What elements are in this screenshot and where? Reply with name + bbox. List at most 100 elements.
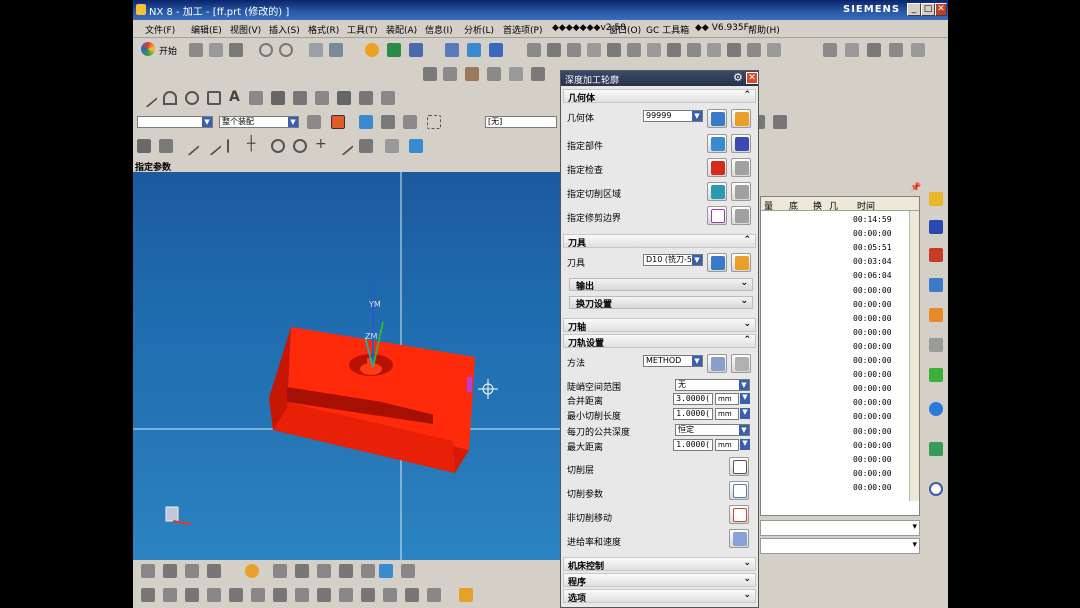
- bottom-icon-21[interactable]: [317, 588, 331, 602]
- op-icon-2[interactable]: [443, 67, 457, 81]
- time-cell[interactable]: 00:06:04: [853, 271, 903, 280]
- col-header-change[interactable]: 换: [813, 199, 822, 212]
- dialog-close-button[interactable]: ✕: [746, 72, 758, 84]
- existing-point-icon[interactable]: +: [315, 136, 327, 152]
- steep-range-select[interactable]: 无 ▼: [675, 379, 750, 391]
- op-icon-5[interactable]: [509, 67, 523, 81]
- col-header-geometry[interactable]: 几: [829, 199, 838, 212]
- time-cell[interactable]: 00:00:00: [853, 398, 903, 407]
- bottom-icon-16[interactable]: [207, 588, 221, 602]
- edit-geometry-button[interactable]: [731, 109, 751, 128]
- copy-icon[interactable]: [329, 43, 343, 57]
- tool-icon-3[interactable]: [567, 43, 581, 57]
- midpoint-icon[interactable]: [227, 139, 241, 153]
- time-cell[interactable]: 00:00:00: [853, 286, 903, 295]
- sketch-icon-5[interactable]: [337, 91, 351, 105]
- verify-icon[interactable]: [409, 43, 423, 57]
- common-depth-select[interactable]: 恒定 ▼: [675, 424, 750, 436]
- post-icon[interactable]: [445, 43, 459, 57]
- resource-icon-8[interactable]: [929, 402, 943, 416]
- operation-navigator[interactable]: 量 底 换 几 时间 00:14:59 00:00:00 00:05:51 00:03…: [760, 196, 920, 516]
- menu-window[interactable]: 窗口(O): [609, 23, 641, 36]
- new-geometry-button[interactable]: [707, 109, 727, 128]
- tool-icon-16[interactable]: [867, 43, 881, 57]
- history-clock-icon[interactable]: [929, 482, 943, 496]
- time-cell[interactable]: 00:14:59: [853, 215, 903, 224]
- time-cell[interactable]: 00:00:00: [853, 300, 903, 309]
- max-distance-dropdown[interactable]: ▼: [740, 439, 750, 450]
- bottom-icon-1[interactable]: [141, 564, 155, 578]
- bottom-icon-13[interactable]: [141, 588, 155, 602]
- tool-icon-15[interactable]: [845, 43, 859, 57]
- merge-distance-dropdown[interactable]: ▼: [740, 393, 750, 404]
- resource-icon-6[interactable]: [929, 338, 943, 352]
- time-cell[interactable]: 00:00:00: [853, 469, 903, 478]
- bottom-icon-6[interactable]: [273, 564, 287, 578]
- bottom-icon-20[interactable]: [295, 588, 309, 602]
- tool-icon-6[interactable]: [627, 43, 641, 57]
- on-face-icon[interactable]: [359, 139, 373, 153]
- non-cut-moves-button[interactable]: [729, 505, 749, 524]
- max-distance-unit[interactable]: mm: [715, 439, 739, 451]
- time-cell[interactable]: 00:00:00: [853, 483, 903, 492]
- maximize-button[interactable]: □: [921, 3, 935, 16]
- on-curve-icon[interactable]: [334, 136, 354, 156]
- time-cell[interactable]: 00:00:00: [853, 342, 903, 351]
- navigator-scrollbar[interactable]: [909, 211, 919, 501]
- time-cell[interactable]: 00:00:00: [853, 412, 903, 421]
- specify-cut-area-button[interactable]: [707, 182, 727, 201]
- tool-icon-7[interactable]: [647, 43, 661, 57]
- open-icon[interactable]: [209, 43, 223, 57]
- resource-icon-4[interactable]: [929, 278, 943, 292]
- section-tool[interactable]: 刀具 ⌃: [563, 234, 756, 249]
- menu-analysis[interactable]: 分析(L): [464, 23, 494, 36]
- bottom-icon-7[interactable]: [295, 564, 309, 578]
- bottom-icon-18[interactable]: [251, 588, 265, 602]
- method-select[interactable]: METHOD ▼: [643, 355, 703, 367]
- cut-params-button[interactable]: [729, 481, 749, 500]
- rotate-icon[interactable]: [159, 139, 173, 153]
- resource-icon-5[interactable]: [929, 308, 943, 322]
- resource-icon-7[interactable]: [929, 368, 943, 382]
- sketch-icon-4[interactable]: [315, 91, 329, 105]
- show-cut-area-button[interactable]: [731, 182, 751, 201]
- bottom-icon-22[interactable]: [339, 588, 353, 602]
- point-line-icon[interactable]: [180, 136, 200, 156]
- section-path-settings[interactable]: 刀轨设置 ⌃: [563, 334, 756, 349]
- specify-trim-boundary-button[interactable]: [707, 206, 727, 225]
- menu-assembly[interactable]: 装配(A): [386, 23, 417, 36]
- col-header-floor[interactable]: 底: [789, 199, 798, 212]
- time-cell[interactable]: 00:00:00: [853, 314, 903, 323]
- center-icon[interactable]: [271, 139, 285, 153]
- tool-icon-12[interactable]: [747, 43, 761, 57]
- menu-help[interactable]: 帮助(H): [748, 23, 780, 36]
- col-header-time[interactable]: 时间: [857, 199, 875, 212]
- bottom-icon-8[interactable]: [317, 564, 331, 578]
- detail-combo-2[interactable]: ▾: [760, 538, 920, 554]
- menu-format[interactable]: 格式(R): [308, 23, 339, 36]
- menu-plugin-2[interactable]: ◆◆ V6.935F: [695, 23, 749, 33]
- bottom-icon-25[interactable]: [405, 588, 419, 602]
- nav-icon-2[interactable]: [773, 115, 787, 129]
- bottom-icon-3[interactable]: [185, 564, 199, 578]
- resource-icon-9[interactable]: [929, 442, 943, 456]
- section-program[interactable]: 程序 ⌄: [563, 573, 756, 588]
- resource-icon-3[interactable]: [929, 248, 943, 262]
- min-cut-length-unit[interactable]: mm: [715, 408, 739, 420]
- quadrant-icon[interactable]: [293, 139, 307, 153]
- show-trim-boundary-button[interactable]: [731, 206, 751, 225]
- bottom-icon-23[interactable]: [361, 588, 375, 602]
- grid-icon[interactable]: [385, 139, 399, 153]
- rectangle-icon[interactable]: [207, 91, 221, 105]
- time-cell[interactable]: 00:00:00: [853, 328, 903, 337]
- line-icon[interactable]: [138, 88, 158, 108]
- detail-combo-1[interactable]: ▾: [760, 520, 920, 536]
- time-cell[interactable]: 00:00:00: [853, 455, 903, 464]
- section-geometry[interactable]: 几何体 ⌃: [563, 89, 756, 104]
- tool-select[interactable]: D10 (铣刀-5参数)▼: [643, 254, 703, 266]
- menu-file[interactable]: 文件(F): [145, 23, 175, 36]
- text-icon[interactable]: A: [229, 89, 240, 105]
- tool-icon-10[interactable]: [707, 43, 721, 57]
- section-options[interactable]: 选项 ⌄: [563, 589, 756, 604]
- op-icon-4[interactable]: [487, 67, 501, 81]
